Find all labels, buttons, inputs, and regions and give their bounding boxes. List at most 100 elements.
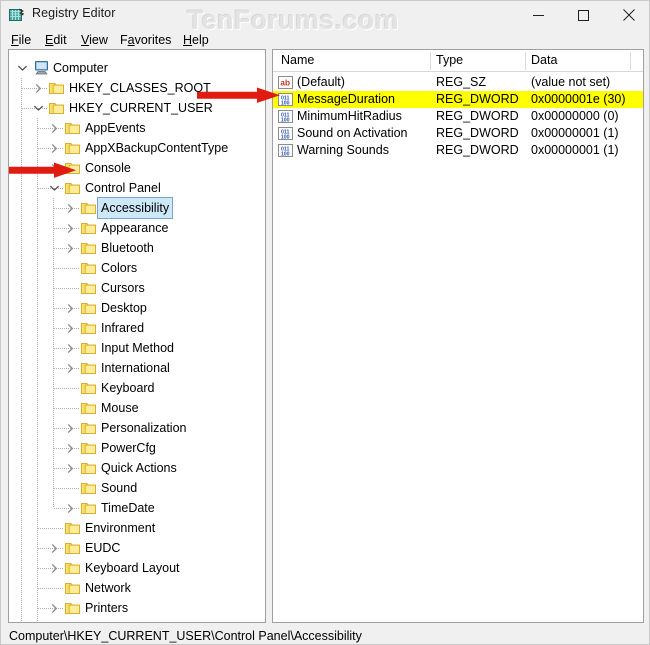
- chevron-right-icon[interactable]: [63, 218, 77, 238]
- tree-item-label: Bluetooth: [101, 241, 154, 255]
- menu-favorites[interactable]: Favorites: [118, 32, 173, 48]
- chevron-right-icon[interactable]: [47, 118, 61, 138]
- tree-item-quick-actions[interactable]: Quick Actions: [9, 458, 265, 478]
- tree-item-powercfg[interactable]: PowerCfg: [9, 438, 265, 458]
- column-divider-1[interactable]: [430, 52, 431, 70]
- folder-icon: [81, 242, 96, 255]
- close-button[interactable]: [606, 1, 649, 29]
- tree-item-label: PowerCfg: [101, 441, 156, 455]
- menu-file[interactable]: File: [9, 32, 33, 48]
- tree-item-label: Appearance: [101, 221, 169, 235]
- tree-item-eudc[interactable]: EUDC: [9, 538, 265, 558]
- tree-item-appearance[interactable]: Appearance: [9, 218, 265, 238]
- table-row[interactable]: 011 100 Sound on Activation REG_DWORD 0x0000…: [273, 125, 643, 142]
- chevron-right-icon[interactable]: [63, 438, 77, 458]
- folder-icon: [65, 522, 80, 535]
- tree-item-security[interactable]: Security: [9, 618, 265, 622]
- tree-item-international[interactable]: International: [9, 358, 265, 378]
- folder-icon: [81, 362, 96, 375]
- tree-item-network[interactable]: Network: [9, 578, 265, 598]
- cell-name: MessageDuration: [297, 92, 395, 106]
- tree-item-bluetooth[interactable]: Bluetooth: [9, 238, 265, 258]
- chevron-right-icon[interactable]: [47, 558, 61, 578]
- folder-icon: [81, 302, 96, 315]
- tree-item-label: Colors: [101, 261, 138, 275]
- tree-item-personalization[interactable]: Personalization: [9, 418, 265, 438]
- chevron-right-icon[interactable]: [63, 338, 77, 358]
- tree-item-appevents[interactable]: AppEvents: [9, 118, 265, 138]
- window-controls: [516, 1, 649, 29]
- menu-help[interactable]: Help: [181, 32, 211, 48]
- column-header-type[interactable]: Type: [436, 53, 463, 67]
- chevron-down-icon[interactable]: [31, 98, 45, 118]
- column-divider-3[interactable]: [630, 52, 631, 70]
- tree-item-keyboard-layout[interactable]: Keyboard Layout: [9, 558, 265, 578]
- folder-icon: [81, 422, 96, 435]
- registry-tree-panel[interactable]: Computer HKEY_CLASSES_ROOT HKEY_CURRENT_US…: [8, 49, 266, 623]
- tree-item-infrared[interactable]: Infrared: [9, 318, 265, 338]
- tree-item-environment[interactable]: Environment: [9, 518, 265, 538]
- tree-item-timedate[interactable]: TimeDate: [9, 498, 265, 518]
- title-bar: Registry Editor: [1, 1, 649, 29]
- table-row[interactable]: 011 100 Warning Sounds REG_DWORD 0x00000001 …: [273, 142, 643, 159]
- tree-item-printers[interactable]: Printers: [9, 598, 265, 618]
- chevron-right-icon[interactable]: [47, 138, 61, 158]
- tree-item-label: EUDC: [85, 541, 121, 555]
- column-header-data[interactable]: Data: [531, 53, 557, 67]
- cell-data: 0x0000001e (30): [531, 92, 626, 106]
- chevron-right-icon[interactable]: [63, 298, 77, 318]
- chevron-right-icon[interactable]: [63, 458, 77, 478]
- tree-item-colors[interactable]: Colors: [9, 258, 265, 278]
- chevron-right-icon[interactable]: [63, 198, 77, 218]
- chevron-down-icon[interactable]: [15, 58, 29, 78]
- cell-type: REG_DWORD: [436, 143, 519, 157]
- tree-item-keyboard[interactable]: Keyboard: [9, 378, 265, 398]
- status-bar-path: Computer\HKEY_CURRENT_USER\Control Panel…: [9, 629, 362, 643]
- tree-item-label: TimeDate: [101, 501, 155, 515]
- tree-item-computer[interactable]: Computer: [9, 58, 265, 78]
- chevron-right-icon[interactable]: [63, 358, 77, 378]
- tree-item-sound[interactable]: Sound: [9, 478, 265, 498]
- tree-item-label: Console: [85, 161, 131, 175]
- svg-text:100: 100: [281, 151, 290, 157]
- cell-data: (value not set): [531, 75, 611, 89]
- dword-value-icon: 011 100: [278, 109, 293, 124]
- tree-item-label: AppXBackupContentType: [85, 141, 229, 155]
- maximize-button[interactable]: [561, 1, 606, 29]
- tree-item-appxbackupcontenttype[interactable]: AppXBackupContentType: [9, 138, 265, 158]
- folder-icon: [81, 462, 96, 475]
- chevron-right-icon[interactable]: [63, 498, 77, 518]
- table-row[interactable]: 011 100 MessageDuration REG_DWORD 0x0000001e…: [273, 91, 643, 108]
- tree-item-label: Network: [85, 581, 131, 595]
- tree-item-label: Computer: [53, 61, 108, 75]
- tree-item-desktop[interactable]: Desktop: [9, 298, 265, 318]
- list-header: Name Type Data: [273, 50, 643, 72]
- tree-item-label: Accessibility: [96, 197, 174, 219]
- table-row[interactable]: 011 100 MinimumHitRadius REG_DWORD 0x0000000…: [273, 108, 643, 125]
- chevron-right-icon[interactable]: [47, 538, 61, 558]
- chevron-right-icon[interactable]: [47, 618, 61, 622]
- chevron-right-icon[interactable]: [63, 318, 77, 338]
- chevron-right-icon[interactable]: [31, 78, 45, 98]
- folder-icon: [81, 322, 96, 335]
- tree-item-accessibility[interactable]: Accessibility: [9, 197, 265, 219]
- minimize-button[interactable]: [516, 1, 561, 29]
- tree-item-label: Security: [85, 618, 130, 622]
- tree-item-mouse[interactable]: Mouse: [9, 398, 265, 418]
- menu-bar: File Edit View Favorites Help: [1, 29, 649, 51]
- tree-item-cursors[interactable]: Cursors: [9, 278, 265, 298]
- cell-data: 0x00000000 (0): [531, 109, 619, 123]
- registry-values-panel[interactable]: Name Type Data ab (Default) REG_SZ (value n…: [272, 49, 644, 623]
- menu-edit[interactable]: Edit: [43, 32, 69, 48]
- chevron-right-icon[interactable]: [47, 598, 61, 618]
- folder-icon: [65, 142, 80, 155]
- tree-item-input-method[interactable]: Input Method: [9, 338, 265, 358]
- folder-icon: [81, 502, 96, 515]
- column-divider-2[interactable]: [525, 52, 526, 70]
- chevron-right-icon[interactable]: [63, 418, 77, 438]
- table-row[interactable]: ab (Default) REG_SZ (value not set): [273, 74, 643, 91]
- column-header-name[interactable]: Name: [281, 53, 314, 67]
- computer-icon: [33, 61, 50, 75]
- menu-view[interactable]: View: [79, 32, 110, 48]
- chevron-right-icon[interactable]: [63, 238, 77, 258]
